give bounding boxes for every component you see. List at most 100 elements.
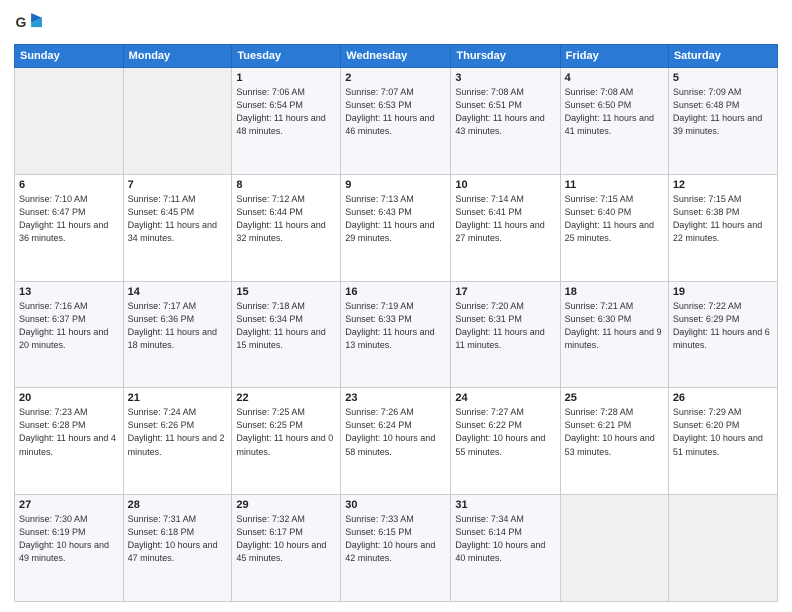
generalblue-logo-icon: G bbox=[14, 10, 42, 38]
day-info: Sunrise: 7:14 AM Sunset: 6:41 PM Dayligh… bbox=[455, 193, 555, 245]
day-number: 4 bbox=[565, 72, 664, 84]
calendar-cell: 29Sunrise: 7:32 AM Sunset: 6:17 PM Dayli… bbox=[232, 495, 341, 602]
day-number: 26 bbox=[673, 392, 773, 404]
day-number: 28 bbox=[128, 499, 228, 511]
calendar-cell: 11Sunrise: 7:15 AM Sunset: 6:40 PM Dayli… bbox=[560, 174, 668, 281]
weekday-header-sunday: Sunday bbox=[15, 45, 124, 68]
calendar-cell: 19 Sunrise: 7:22 AM Sunset: 6:29 PM Dayli… bbox=[668, 281, 777, 388]
calendar-table: SundayMondayTuesdayWednesdayThursdayFrid… bbox=[14, 44, 778, 602]
calendar-cell: 15 Sunrise: 7:18 AM Sunset: 6:34 PM Dayli… bbox=[232, 281, 341, 388]
calendar-header: SundayMondayTuesdayWednesdayThursdayFrid… bbox=[15, 45, 778, 68]
day-info: Sunrise: 7:13 AM Sunset: 6:43 PM Dayligh… bbox=[345, 193, 446, 245]
calendar-cell bbox=[668, 495, 777, 602]
weekday-header-saturday: Saturday bbox=[668, 45, 777, 68]
day-info: Sunrise: 7:12 AM Sunset: 6:44 PM Dayligh… bbox=[236, 193, 336, 245]
day-info: Sunrise: 7:25 AM Sunset: 6:25 PM Dayligh… bbox=[236, 406, 336, 458]
day-number: 20 bbox=[19, 392, 119, 404]
calendar-cell: 7 Sunrise: 7:11 AM Sunset: 6:45 PM Daylig… bbox=[123, 174, 232, 281]
day-info: Sunrise: 7:34 AM Sunset: 6:14 PM Dayligh… bbox=[455, 513, 555, 565]
day-number: 21 bbox=[128, 392, 228, 404]
day-info: Sunrise: 7:30 AM Sunset: 6:19 PM Dayligh… bbox=[19, 513, 119, 565]
calendar-week-2: 6 Sunrise: 7:10 AM Sunset: 6:47 PM Daylig… bbox=[15, 174, 778, 281]
calendar-cell: 22 Sunrise: 7:25 AM Sunset: 6:25 PM Dayli… bbox=[232, 388, 341, 495]
day-info: Sunrise: 7:10 AM Sunset: 6:47 PM Dayligh… bbox=[19, 193, 119, 245]
day-number: 2 bbox=[345, 72, 446, 84]
day-number: 31 bbox=[455, 499, 555, 511]
calendar-cell bbox=[15, 68, 124, 175]
calendar-cell: 4 Sunrise: 7:08 AM Sunset: 6:50 PM Daylig… bbox=[560, 68, 668, 175]
day-info: Sunrise: 7:06 AM Sunset: 6:54 PM Dayligh… bbox=[236, 86, 336, 138]
calendar-cell: 26Sunrise: 7:29 AM Sunset: 6:20 PM Dayli… bbox=[668, 388, 777, 495]
day-number: 25 bbox=[565, 392, 664, 404]
calendar-cell: 25 Sunrise: 7:28 AM Sunset: 6:21 PM Dayli… bbox=[560, 388, 668, 495]
calendar-cell: 17Sunrise: 7:20 AM Sunset: 6:31 PM Dayli… bbox=[451, 281, 560, 388]
page: G SundayMondayTuesdayWednesdayThursdayFr… bbox=[0, 0, 792, 612]
day-info: Sunrise: 7:22 AM Sunset: 6:29 PM Dayligh… bbox=[673, 300, 773, 352]
calendar-cell: 9Sunrise: 7:13 AM Sunset: 6:43 PM Daylig… bbox=[341, 174, 451, 281]
calendar-cell: 16Sunrise: 7:19 AM Sunset: 6:33 PM Dayli… bbox=[341, 281, 451, 388]
day-number: 18 bbox=[565, 286, 664, 298]
day-number: 1 bbox=[236, 72, 336, 84]
day-number: 29 bbox=[236, 499, 336, 511]
calendar-cell bbox=[123, 68, 232, 175]
svg-text:G: G bbox=[16, 14, 27, 30]
day-number: 22 bbox=[236, 392, 336, 404]
calendar-cell: 31 Sunrise: 7:34 AM Sunset: 6:14 PM Dayli… bbox=[451, 495, 560, 602]
calendar-cell: 2 Sunrise: 7:07 AM Sunset: 6:53 PM Daylig… bbox=[341, 68, 451, 175]
calendar-cell: 5 Sunrise: 7:09 AM Sunset: 6:48 PM Daylig… bbox=[668, 68, 777, 175]
calendar-week-5: 27 Sunrise: 7:30 AM Sunset: 6:19 PM Dayli… bbox=[15, 495, 778, 602]
day-info: Sunrise: 7:33 AM Sunset: 6:15 PM Dayligh… bbox=[345, 513, 446, 565]
day-number: 7 bbox=[128, 179, 228, 191]
day-number: 6 bbox=[19, 179, 119, 191]
weekday-header-friday: Friday bbox=[560, 45, 668, 68]
day-number: 19 bbox=[673, 286, 773, 298]
day-info: Sunrise: 7:18 AM Sunset: 6:34 PM Dayligh… bbox=[236, 300, 336, 352]
calendar-cell: 21 Sunrise: 7:24 AM Sunset: 6:26 PM Dayli… bbox=[123, 388, 232, 495]
calendar-cell: 18 Sunrise: 7:21 AM Sunset: 6:30 PM Dayli… bbox=[560, 281, 668, 388]
day-info: Sunrise: 7:31 AM Sunset: 6:18 PM Dayligh… bbox=[128, 513, 228, 565]
day-number: 24 bbox=[455, 392, 555, 404]
day-number: 15 bbox=[236, 286, 336, 298]
calendar-cell: 6 Sunrise: 7:10 AM Sunset: 6:47 PM Daylig… bbox=[15, 174, 124, 281]
day-info: Sunrise: 7:08 AM Sunset: 6:51 PM Dayligh… bbox=[455, 86, 555, 138]
calendar-cell: 14Sunrise: 7:17 AM Sunset: 6:36 PM Dayli… bbox=[123, 281, 232, 388]
day-info: Sunrise: 7:24 AM Sunset: 6:26 PM Dayligh… bbox=[128, 406, 228, 458]
day-number: 14 bbox=[128, 286, 228, 298]
day-number: 5 bbox=[673, 72, 773, 84]
day-info: Sunrise: 7:07 AM Sunset: 6:53 PM Dayligh… bbox=[345, 86, 446, 138]
calendar-week-4: 20Sunrise: 7:23 AM Sunset: 6:28 PM Dayli… bbox=[15, 388, 778, 495]
calendar-cell: 27 Sunrise: 7:30 AM Sunset: 6:19 PM Dayli… bbox=[15, 495, 124, 602]
weekday-header-wednesday: Wednesday bbox=[341, 45, 451, 68]
weekday-header-thursday: Thursday bbox=[451, 45, 560, 68]
day-number: 23 bbox=[345, 392, 446, 404]
weekday-header-tuesday: Tuesday bbox=[232, 45, 341, 68]
day-number: 10 bbox=[455, 179, 555, 191]
header: G bbox=[14, 10, 778, 38]
calendar-cell: 1 Sunrise: 7:06 AM Sunset: 6:54 PM Daylig… bbox=[232, 68, 341, 175]
calendar-week-3: 13Sunrise: 7:16 AM Sunset: 6:37 PM Dayli… bbox=[15, 281, 778, 388]
calendar-cell: 3 Sunrise: 7:08 AM Sunset: 6:51 PM Daylig… bbox=[451, 68, 560, 175]
calendar-week-1: 1 Sunrise: 7:06 AM Sunset: 6:54 PM Daylig… bbox=[15, 68, 778, 175]
day-info: Sunrise: 7:28 AM Sunset: 6:21 PM Dayligh… bbox=[565, 406, 664, 458]
day-number: 27 bbox=[19, 499, 119, 511]
weekday-header-monday: Monday bbox=[123, 45, 232, 68]
calendar-cell: 30 Sunrise: 7:33 AM Sunset: 6:15 PM Dayli… bbox=[341, 495, 451, 602]
day-number: 17 bbox=[455, 286, 555, 298]
day-number: 30 bbox=[345, 499, 446, 511]
calendar-cell: 13Sunrise: 7:16 AM Sunset: 6:37 PM Dayli… bbox=[15, 281, 124, 388]
day-number: 3 bbox=[455, 72, 555, 84]
day-number: 8 bbox=[236, 179, 336, 191]
day-info: Sunrise: 7:11 AM Sunset: 6:45 PM Dayligh… bbox=[128, 193, 228, 245]
day-info: Sunrise: 7:15 AM Sunset: 6:40 PM Dayligh… bbox=[565, 193, 664, 245]
day-info: Sunrise: 7:08 AM Sunset: 6:50 PM Dayligh… bbox=[565, 86, 664, 138]
day-info: Sunrise: 7:15 AM Sunset: 6:38 PM Dayligh… bbox=[673, 193, 773, 245]
day-info: Sunrise: 7:09 AM Sunset: 6:48 PM Dayligh… bbox=[673, 86, 773, 138]
day-number: 16 bbox=[345, 286, 446, 298]
day-number: 13 bbox=[19, 286, 119, 298]
day-info: Sunrise: 7:21 AM Sunset: 6:30 PM Dayligh… bbox=[565, 300, 664, 352]
calendar-cell: 20Sunrise: 7:23 AM Sunset: 6:28 PM Dayli… bbox=[15, 388, 124, 495]
calendar-cell: 28 Sunrise: 7:31 AM Sunset: 6:18 PM Dayli… bbox=[123, 495, 232, 602]
day-info: Sunrise: 7:27 AM Sunset: 6:22 PM Dayligh… bbox=[455, 406, 555, 458]
calendar-cell: 24 Sunrise: 7:27 AM Sunset: 6:22 PM Dayli… bbox=[451, 388, 560, 495]
day-number: 12 bbox=[673, 179, 773, 191]
